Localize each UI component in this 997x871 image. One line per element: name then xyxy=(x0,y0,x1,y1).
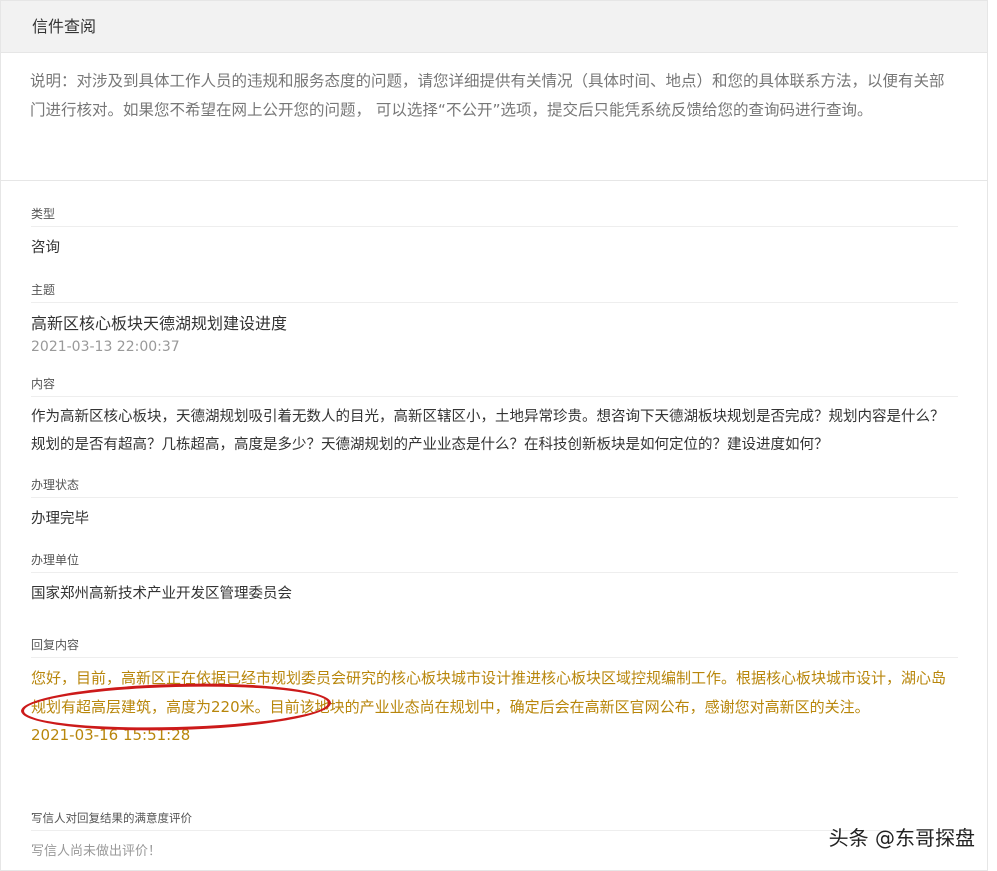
field-status: 办理状态 办理完毕 xyxy=(31,476,958,532)
field-subject-label: 主题 xyxy=(31,281,958,303)
reply-timestamp: 2021-03-16 15:51:28 xyxy=(31,726,191,744)
field-reply: 回复内容 您好，目前，高新区正在依据已经市规划委员会研究的核心板块城市设计推进核… xyxy=(31,636,958,746)
field-type-label: 类型 xyxy=(31,205,958,227)
field-status-value: 办理完毕 xyxy=(31,511,89,527)
field-reply-label: 回复内容 xyxy=(31,636,958,658)
field-content-value: 作为高新区核心板块，天德湖规划吸引着无数人的目光，高新区辖区小，土地异常珍贵。想… xyxy=(31,409,945,453)
field-content: 内容 作为高新区核心板块，天德湖规划吸引着无数人的目光，高新区辖区小，土地异常珍… xyxy=(31,375,958,459)
field-status-label: 办理状态 xyxy=(31,476,958,498)
field-type-value: 咨询 xyxy=(31,240,60,256)
field-type: 类型 咨询 xyxy=(31,205,958,261)
field-subject-value: 高新区核心板块天德湖规划建设进度 xyxy=(31,314,288,333)
field-rating: 写信人对回复结果的满意度评价 写信人尚未做出评价！ xyxy=(31,809,958,865)
subject-timestamp: 2021-03-13 22:00:37 xyxy=(31,339,180,355)
reply-text: 您好，目前，高新区正在依据已经市规划委员会研究的核心板块城市设计推进核心板块区域… xyxy=(31,669,947,716)
panel-title: 信件查阅 xyxy=(32,17,97,36)
instructions-notice: 说明：对涉及到具体工作人员的违规和服务态度的问题，请您详细提供有关情况（具体时间… xyxy=(1,53,987,181)
field-content-label: 内容 xyxy=(31,375,958,397)
field-rating-label: 写信人对回复结果的满意度评价 xyxy=(31,809,958,831)
field-unit: 办理单位 国家郑州高新技术产业开发区管理委员会 xyxy=(31,551,958,607)
field-unit-value: 国家郑州高新技术产业开发区管理委员会 xyxy=(31,586,292,602)
letter-view-panel: 信件查阅 说明：对涉及到具体工作人员的违规和服务态度的问题，请您详细提供有关情况… xyxy=(0,0,988,871)
field-subject: 主题 高新区核心板块天德湖规划建设进度 2021-03-13 22:00:37 xyxy=(31,281,958,357)
panel-header: 信件查阅 xyxy=(1,1,987,53)
watermark: 头条 @东哥探盘 xyxy=(828,826,975,850)
notice-text: 说明：对涉及到具体工作人员的违规和服务态度的问题，请您详细提供有关情况（具体时间… xyxy=(30,72,945,119)
field-unit-label: 办理单位 xyxy=(31,551,958,573)
field-rating-value: 写信人尚未做出评价！ xyxy=(31,844,162,859)
